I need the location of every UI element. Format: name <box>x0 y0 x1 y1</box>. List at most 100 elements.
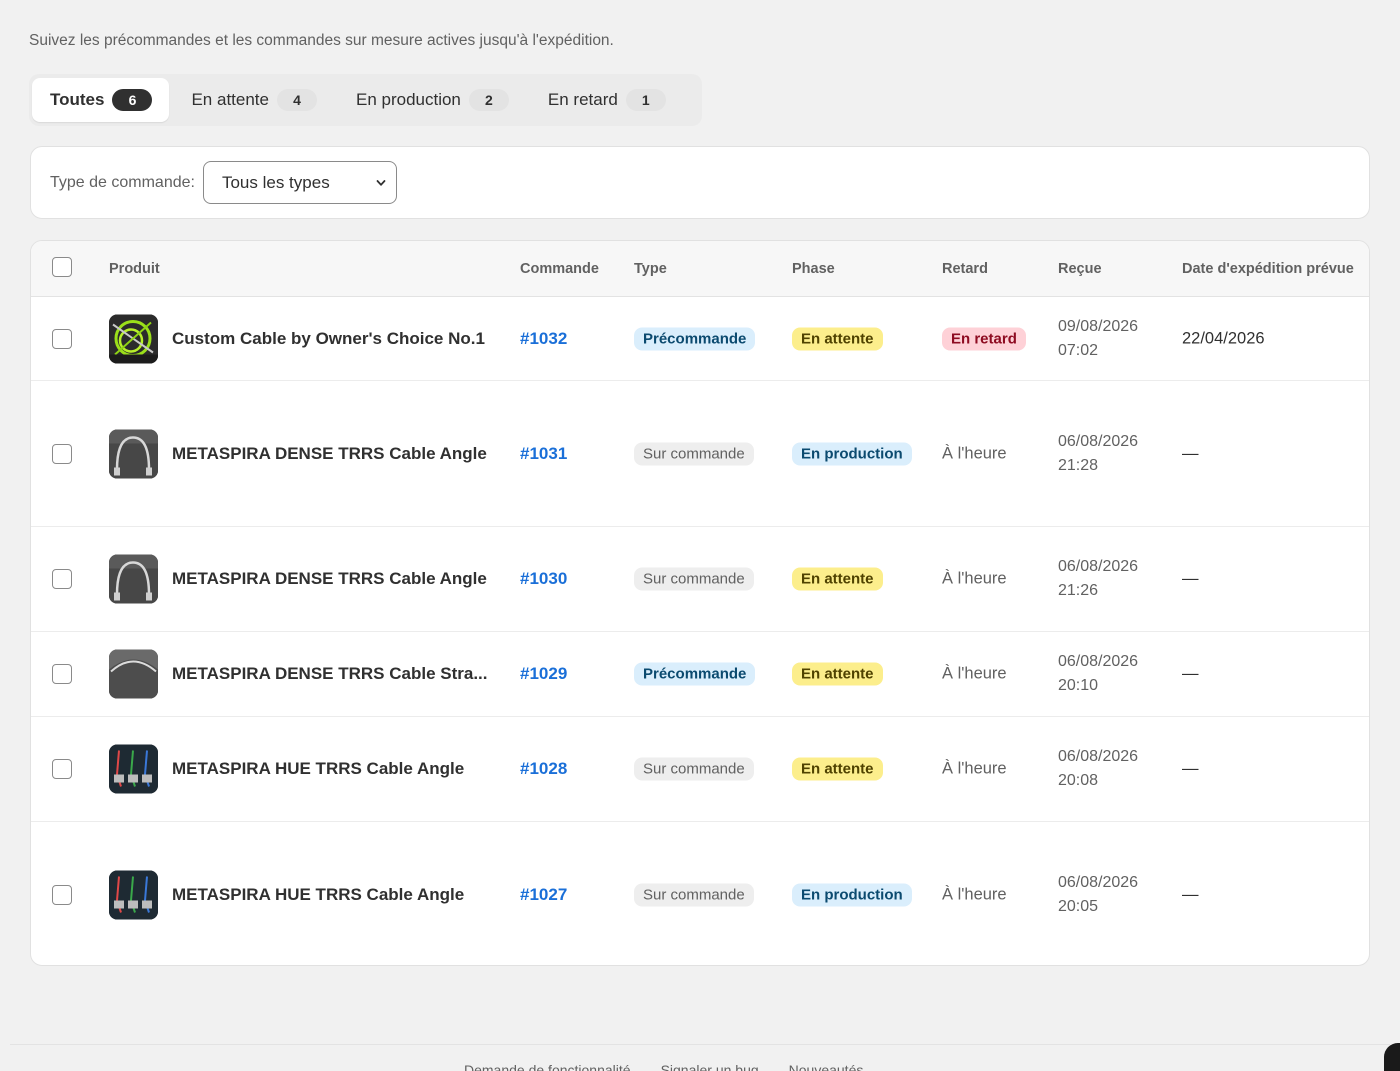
type-badge: Sur commande <box>634 442 754 465</box>
order-link[interactable]: #1027 <box>520 885 567 905</box>
tab-late[interactable]: En retard 1 <box>530 78 683 122</box>
ship-date: — <box>1182 569 1199 588</box>
phase-badge: En production <box>792 442 912 465</box>
column-header-delay[interactable]: Retard <box>942 261 988 277</box>
type-badge: Sur commande <box>634 883 754 906</box>
order-link[interactable]: #1028 <box>520 759 567 779</box>
product-name[interactable]: Custom Cable by Owner's Choice No.1 <box>172 329 485 349</box>
table-row[interactable]: METASPIRA DENSE TRRS Cable Stra... #1029… <box>31 632 1369 717</box>
column-header-order[interactable]: Commande <box>520 261 599 277</box>
order-link[interactable]: #1030 <box>520 569 567 589</box>
order-type-value: Tous les types <box>221 172 330 192</box>
received-datetime: 06/08/2026 21:26 <box>1058 555 1138 603</box>
row-checkbox[interactable] <box>52 664 72 684</box>
product-name[interactable]: METASPIRA HUE TRRS Cable Angle <box>172 759 464 779</box>
filter-card: Type de commande: Tous les types <box>30 146 1370 219</box>
received-time: 21:28 <box>1058 456 1099 474</box>
table-row[interactable]: METASPIRA DENSE TRRS Cable Angle #1031 S… <box>31 381 1369 527</box>
ship-date: — <box>1182 444 1199 462</box>
cable-product-image <box>109 870 158 919</box>
column-header-received[interactable]: Reçue <box>1058 261 1102 277</box>
product-name[interactable]: METASPIRA DENSE TRRS Cable Stra... <box>172 664 488 684</box>
received-time: 20:08 <box>1058 772 1099 789</box>
tab-count-badge: 4 <box>276 89 317 111</box>
delay-status: À l'heure <box>942 759 1007 778</box>
tab-count-badge: 1 <box>625 89 666 111</box>
ship-date: — <box>1182 664 1199 683</box>
phase-badge: En attente <box>792 567 883 591</box>
column-header-phase[interactable]: Phase <box>792 261 835 277</box>
ship-date: 22/04/2026 <box>1182 329 1265 347</box>
column-header-ship-date[interactable]: Date d'expédition prévue <box>1182 261 1354 277</box>
row-checkbox[interactable] <box>52 569 72 589</box>
received-datetime: 06/08/2026 20:05 <box>1058 871 1138 919</box>
row-checkbox[interactable] <box>52 759 72 779</box>
order-type-select[interactable]: Tous les types <box>202 161 397 204</box>
delay-status: À l'heure <box>942 569 1007 588</box>
table-row[interactable]: METASPIRA HUE TRRS Cable Angle #1027 Sur… <box>31 822 1369 965</box>
row-checkbox[interactable] <box>52 328 72 349</box>
delay-badge: En retard <box>942 327 1026 350</box>
order-link[interactable]: #1031 <box>520 444 567 464</box>
row-checkbox[interactable] <box>52 443 72 464</box>
product-thumbnail <box>109 744 158 794</box>
received-time: 21:26 <box>1058 582 1099 599</box>
order-type-label: Type de commande: <box>50 173 195 191</box>
tab-label: Toutes <box>50 90 105 109</box>
phase-badge: En attente <box>792 757 883 781</box>
table-row[interactable]: Custom Cable by Owner's Choice No.1 #103… <box>31 297 1369 381</box>
received-time: 20:10 <box>1058 677 1099 694</box>
whats-new-link[interactable]: Nouveautés <box>789 1062 864 1071</box>
chevron-down-icon <box>376 179 386 186</box>
product-name[interactable]: METASPIRA DENSE TRRS Cable Angle <box>172 444 487 464</box>
report-bug-link[interactable]: Signaler un bug <box>661 1062 759 1071</box>
footer-divider <box>10 1044 1390 1045</box>
product-thumbnail <box>109 870 158 919</box>
received-datetime: 06/08/2026 20:10 <box>1058 650 1138 698</box>
type-badge: Précommande <box>634 327 756 350</box>
page-subtitle: Suivez les précommandes et les commandes… <box>29 32 614 49</box>
product-thumbnail <box>109 554 158 604</box>
delay-status: À l'heure <box>942 885 1007 903</box>
column-header-type[interactable]: Type <box>634 261 667 277</box>
tab-label: En retard <box>547 90 618 109</box>
tab-all[interactable]: Toutes 6 <box>32 78 170 122</box>
footer-links: Demande de fonctionnalité Signaler un bu… <box>464 1062 863 1071</box>
phase-badge: En attente <box>792 662 883 686</box>
received-datetime: 06/08/2026 20:08 <box>1058 745 1138 793</box>
phase-badge: En attente <box>792 327 883 350</box>
window-corner <box>1384 1043 1400 1071</box>
tab-pending[interactable]: En attente 4 <box>173 78 334 122</box>
tab-in-production[interactable]: En production 2 <box>338 78 526 122</box>
received-date: 06/08/2026 <box>1058 873 1139 891</box>
received-datetime: 06/08/2026 21:28 <box>1058 430 1138 478</box>
type-badge: Sur commande <box>634 757 754 781</box>
cable-product-image <box>109 649 158 699</box>
type-badge: Sur commande <box>634 567 754 591</box>
product-thumbnail <box>109 314 158 363</box>
select-all-checkbox[interactable] <box>52 257 72 277</box>
product-thumbnail <box>109 649 158 699</box>
received-date: 06/08/2026 <box>1058 432 1139 450</box>
column-header-product[interactable]: Produit <box>109 261 160 277</box>
ship-date: — <box>1182 885 1199 903</box>
order-link[interactable]: #1029 <box>520 664 567 684</box>
received-datetime: 09/08/2026 07:02 <box>1058 315 1138 363</box>
received-date: 06/08/2026 <box>1058 653 1139 670</box>
orders-table: Produit Commande Type Phase Retard Reçue… <box>30 240 1370 966</box>
row-checkbox[interactable] <box>52 884 72 905</box>
cable-product-image <box>109 429 158 478</box>
product-name[interactable]: METASPIRA DENSE TRRS Cable Angle <box>172 569 487 589</box>
table-header: Produit Commande Type Phase Retard Reçue… <box>31 241 1369 297</box>
received-date: 09/08/2026 <box>1058 317 1139 335</box>
cable-product-image <box>109 744 158 794</box>
cable-product-image <box>109 314 158 363</box>
table-row[interactable]: METASPIRA HUE TRRS Cable Angle #1028 Sur… <box>31 717 1369 822</box>
product-name[interactable]: METASPIRA HUE TRRS Cable Angle <box>172 885 464 905</box>
feature-request-link[interactable]: Demande de fonctionnalité <box>464 1062 631 1071</box>
tab-count-badge: 6 <box>112 89 153 111</box>
cable-product-image <box>109 554 158 604</box>
ship-date: — <box>1182 759 1199 778</box>
order-link[interactable]: #1032 <box>520 329 567 349</box>
table-row[interactable]: METASPIRA DENSE TRRS Cable Angle #1030 S… <box>31 527 1369 632</box>
